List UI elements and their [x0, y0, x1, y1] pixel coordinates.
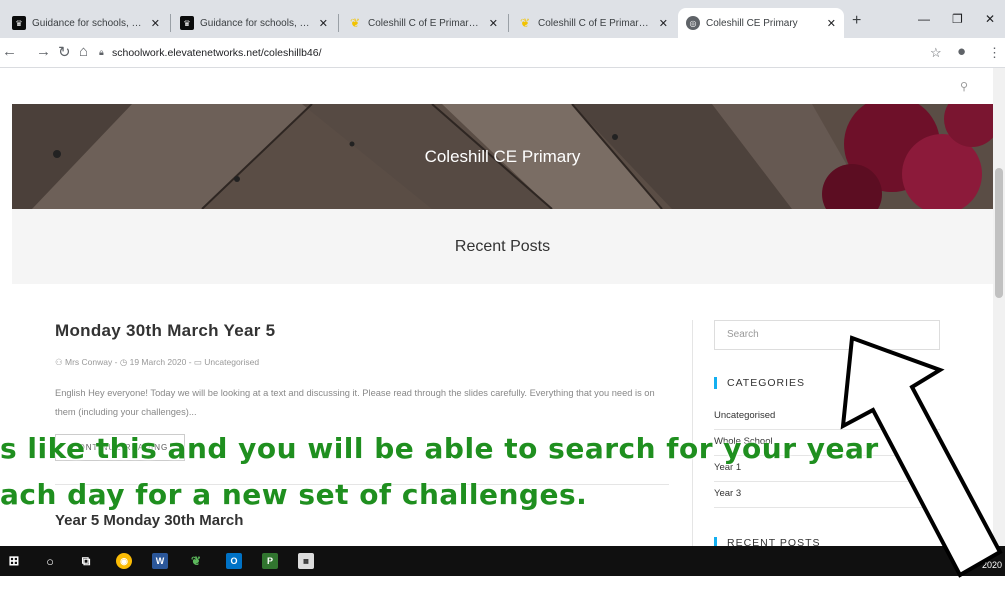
- tab-title: Coleshill C of E Primary School: [368, 17, 483, 29]
- post-title-link[interactable]: Year 5 Monday 30th March: [55, 512, 243, 529]
- categories-heading: CATEGORIES: [714, 377, 805, 389]
- page-title: Recent Posts: [454, 238, 551, 255]
- school-leaf-icon: ❦: [519, 16, 531, 30]
- tab-divider: [170, 14, 171, 32]
- site-header: ⚲: [12, 68, 993, 104]
- close-tab-icon[interactable]: ✕: [659, 17, 668, 30]
- close-window-icon[interactable]: ✕: [985, 12, 995, 26]
- search-circle-icon[interactable]: ○: [42, 553, 58, 569]
- post-category[interactable]: Uncategorised: [204, 357, 259, 367]
- sims-icon[interactable]: ▦: [298, 553, 314, 569]
- recent-posts-heading: RECENT POSTS: [714, 537, 821, 546]
- restore-icon[interactable]: ❐: [952, 12, 963, 26]
- page-viewport: ⚲ Coleshill CE Primary Recent Posts Mond…: [0, 68, 1005, 546]
- scrollbar-thumb[interactable]: [995, 168, 1003, 298]
- browser-tab-4[interactable]: ❦ Coleshill C of E Primary School ✕: [510, 8, 676, 38]
- reload-icon[interactable]: ↻: [58, 43, 71, 61]
- folder-icon: ▭: [193, 357, 202, 367]
- post-title-link[interactable]: Monday 30th March Year 5: [55, 321, 275, 341]
- close-tab-icon[interactable]: ✕: [827, 17, 836, 30]
- close-tab-icon[interactable]: ✕: [489, 17, 498, 30]
- gov-uk-icon: ♛: [12, 16, 26, 30]
- new-tab-button[interactable]: +: [852, 12, 861, 30]
- clock-icon: ◷: [119, 357, 128, 367]
- search-icon[interactable]: ⚲: [960, 80, 968, 93]
- annotation-text-line-2: ach day for a new set of challenges.: [0, 478, 588, 511]
- post-author[interactable]: Mrs Conway: [65, 357, 112, 367]
- gov-uk-icon: ♛: [180, 16, 194, 30]
- tab-divider: [338, 14, 339, 32]
- post-date: 19 March 2020: [129, 357, 187, 367]
- close-tab-icon[interactable]: ✕: [319, 17, 328, 30]
- home-icon[interactable]: ⌂: [79, 43, 88, 60]
- browser-tab-5-active[interactable]: ◎ Coleshill CE Primary ✕: [678, 8, 844, 38]
- windows-start-icon[interactable]: ⊞: [6, 553, 22, 569]
- browser-tab-1[interactable]: ♛ Guidance for schools, colleges ✕: [4, 8, 168, 38]
- back-icon[interactable]: ←: [2, 43, 17, 60]
- bookmark-star-icon[interactable]: ☆: [930, 45, 942, 61]
- user-icon: ⚇: [55, 357, 63, 367]
- lock-icon: 🔒︎: [99, 47, 104, 57]
- word-icon[interactable]: W: [152, 553, 168, 569]
- annotation-text-line-1: s like this and you will be able to sear…: [0, 432, 879, 465]
- tab-divider: [508, 14, 509, 32]
- post-meta: ⚇ Mrs Conway - ◷ 19 March 2020 - ▭ Uncat…: [55, 357, 259, 368]
- project-icon[interactable]: P: [262, 553, 278, 569]
- task-view-icon[interactable]: ⧉: [78, 553, 94, 569]
- app-leaf-icon[interactable]: ❦: [188, 553, 204, 569]
- minimize-icon[interactable]: —: [918, 12, 930, 26]
- post-excerpt: English Hey everyone! Today we will be l…: [55, 388, 655, 417]
- taskbar-clock: 2020: [981, 560, 1002, 570]
- menu-dots-icon[interactable]: ⋮: [988, 45, 1001, 61]
- browser-tab-2[interactable]: ♛ Guidance for schools, colleges ✕: [172, 8, 336, 38]
- school-leaf-icon: ❦: [349, 16, 361, 30]
- forward-icon[interactable]: →: [36, 43, 51, 60]
- category-link[interactable]: Year 3: [714, 482, 940, 508]
- outlook-icon[interactable]: O: [226, 553, 242, 569]
- tab-title: Guidance for schools, colleges: [200, 17, 313, 29]
- browser-tab-3[interactable]: ❦ Coleshill C of E Primary School ✕: [340, 8, 506, 38]
- tab-title: Guidance for schools, colleges: [32, 17, 145, 29]
- page-title-band: Recent Posts: [12, 209, 993, 284]
- tab-title: Coleshill CE Primary: [706, 17, 798, 29]
- account-icon[interactable]: ●: [957, 43, 966, 60]
- chrome-icon[interactable]: ◉: [116, 553, 132, 569]
- tab-title: Coleshill C of E Primary School: [538, 17, 653, 29]
- category-link[interactable]: Uncategorised: [714, 404, 940, 430]
- hero-banner: Coleshill CE Primary: [12, 104, 993, 209]
- screen: { "browser": { "tabs": [ {"title": "Guid…: [0, 0, 1005, 596]
- close-tab-icon[interactable]: ✕: [151, 17, 160, 30]
- globe-icon: ◎: [686, 16, 700, 30]
- windows-taskbar: ⊞ ○ ⧉ ◉ W ❦ O P ▦ 2020: [0, 546, 1005, 576]
- sidebar-search-input[interactable]: Search: [714, 320, 940, 350]
- page-scrollbar[interactable]: [993, 68, 1005, 546]
- address-bar[interactable]: schoolwork.elevatenetworks.net/coleshill…: [112, 47, 322, 59]
- browser-tab-strip: ♛ Guidance for schools, colleges ✕ ♛ Gui…: [0, 0, 1005, 38]
- site-title[interactable]: Coleshill CE Primary: [12, 147, 993, 167]
